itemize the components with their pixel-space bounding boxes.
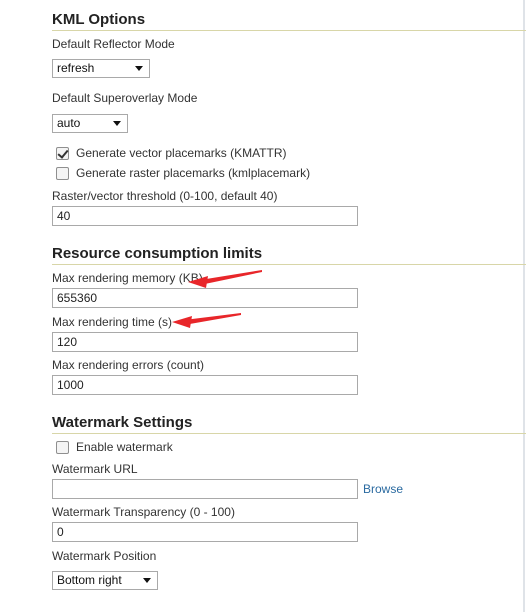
annotation-overlay [172, 270, 262, 328]
red-arrow-icon [188, 276, 208, 288]
red-arrow-icon [172, 316, 192, 328]
